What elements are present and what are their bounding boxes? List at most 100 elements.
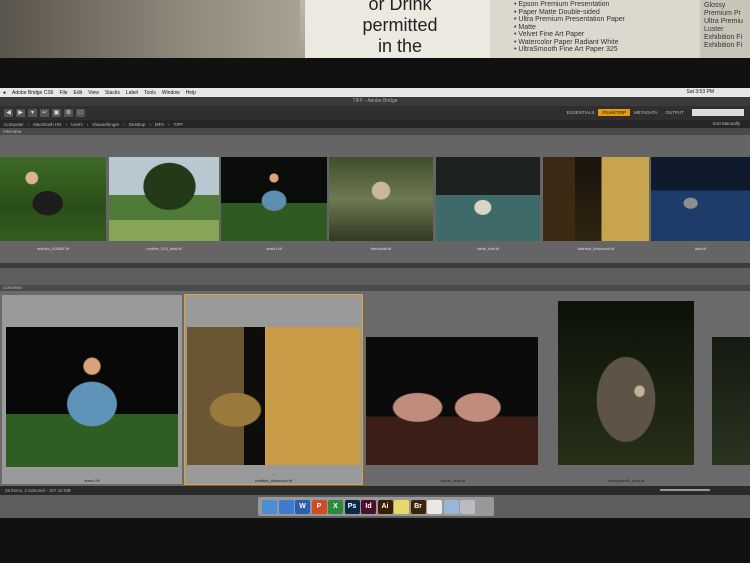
notes-icon[interactable] [394, 499, 409, 514]
workspace-output[interactable]: OUTPUT [662, 109, 689, 116]
sort-menu[interactable]: Sort Manually [712, 121, 740, 126]
menu-window[interactable]: Window [162, 90, 180, 96]
paper-type: Luster [704, 26, 724, 33]
screen: ● Adobe Bridge CS6 File Edit View Stacks… [0, 88, 750, 518]
paper-type: Exhibition Fi [704, 34, 743, 41]
preview-thumb[interactable]: thehands.tif [329, 157, 433, 251]
breadcrumb: Computer › Macintosh HD › Users › shause… [0, 120, 750, 128]
document-icon[interactable] [427, 499, 442, 514]
illustrator-icon[interactable]: Ai [377, 499, 393, 514]
crumb-desktop[interactable]: Desktop [129, 122, 146, 127]
content-caption: cherryhand2_crop.tif [607, 478, 645, 483]
apple-icon[interactable]: ● [3, 90, 6, 96]
crumb-chevron-icon: › [86, 121, 89, 127]
recent-icon[interactable]: ▾ [28, 109, 37, 117]
preview-image [329, 157, 433, 241]
preview-caption: arms1.tif [266, 246, 282, 251]
panel-divider[interactable] [0, 263, 750, 268]
camera-icon[interactable]: ▣ [52, 109, 61, 117]
workspace-metadata[interactable]: METADATA [630, 109, 662, 116]
paper-type: Ultra Premiu [704, 18, 743, 25]
boomerang-icon[interactable]: ↩ [40, 109, 49, 117]
menubar-clock[interactable]: Sat 3:53 PM [686, 89, 714, 95]
preview-icon[interactable] [443, 499, 459, 514]
crumb-macintosh-hd[interactable]: Macintosh HD [33, 122, 61, 127]
preview-thumb[interactable]: arms1.tif [221, 157, 327, 251]
forward-icon[interactable]: ▶ [16, 109, 25, 117]
indesign-icon[interactable]: Id [361, 499, 376, 514]
workspace-essentials[interactable]: ESSENTIALS [563, 109, 599, 116]
crumb-chevron-icon: › [123, 121, 125, 127]
preview-image [651, 157, 750, 241]
back-icon[interactable]: ◀ [4, 109, 13, 117]
content-rating[interactable]: - - [185, 471, 362, 476]
bridge-icon[interactable]: Br [410, 499, 426, 514]
preview-caption: thehands.tif [370, 246, 392, 251]
preview-caption: lake.tif [694, 246, 707, 251]
preview-thumb[interactable]: mother_014887.tif [0, 157, 106, 251]
content-card[interactable]: - - bathtub_flowwood.tif [184, 294, 363, 485]
search-input[interactable] [692, 109, 744, 116]
menu-app[interactable]: Adobe Bridge CS6 [12, 90, 53, 96]
excel-icon[interactable]: X [328, 499, 343, 514]
content-card[interactable] [712, 295, 750, 484]
content-image [558, 301, 694, 465]
preview-image [0, 157, 106, 241]
window-title: TIFF - Adobe Bridge [0, 97, 750, 106]
crumb-chevron-icon: › [168, 121, 170, 127]
status-bar: 28 items, 2 selected - 307.18 MB [0, 486, 750, 495]
crumb-user[interactable]: shausehinger [92, 122, 119, 127]
content-image [187, 327, 360, 465]
trash-icon[interactable] [460, 499, 475, 514]
paper-type: Exhibition Fi [704, 42, 743, 49]
safari-icon[interactable] [278, 499, 294, 514]
content-panel: arms1.tif - - bathtub_flowwood.tif boots… [0, 291, 750, 486]
powerpoint-icon[interactable]: P [311, 499, 327, 514]
preview-thumb[interactable]: table_edit.tif [436, 157, 540, 251]
background-wall: or Drink permitted in the Epson Premium … [0, 0, 750, 62]
word-icon[interactable]: W [295, 499, 310, 514]
thumbnail-size-slider[interactable] [660, 489, 710, 491]
refine-icon[interactable]: ⚙ [64, 109, 73, 117]
menu-file[interactable]: File [59, 90, 67, 96]
menu-view[interactable]: View [88, 90, 99, 96]
photoshop-icon[interactable]: Ps [344, 499, 360, 514]
preview-image [221, 157, 327, 241]
crumb-users[interactable]: Users [71, 122, 83, 127]
crumb-computer[interactable]: Computer [4, 122, 24, 127]
content-card[interactable]: boots_crop.tif [366, 295, 540, 484]
menu-label[interactable]: Label [126, 90, 138, 96]
crumb-chevron-icon: › [27, 121, 30, 127]
preview-caption: bathtub_flowwood.tif [577, 246, 615, 251]
toolbar: ◀ ▶ ▾ ↩ ▣ ⚙ □ ESSENTIALS FILMSTRIP METAD… [0, 106, 750, 120]
wall-sign: or Drink permitted in the [305, 0, 495, 62]
paper-type: Premium Pr [704, 10, 741, 17]
sign-line: permitted [362, 15, 438, 35]
crumb-chevron-icon: › [149, 121, 151, 127]
menu-edit[interactable]: Edit [74, 90, 83, 96]
finder-icon[interactable] [262, 499, 277, 514]
open-photoshop-icon[interactable]: □ [76, 109, 85, 117]
dock: W P X Ps Id Ai Br [258, 497, 494, 516]
menu-help[interactable]: Help [186, 90, 196, 96]
preview-panel: mother_014887.tif mother_013_final.tif a… [0, 135, 750, 263]
preview-image [543, 157, 649, 241]
content-caption: bathtub_flowwood.tif [255, 478, 292, 483]
content-card[interactable]: cherryhand2_crop.tif [558, 295, 694, 484]
preview-image [109, 157, 219, 241]
preview-thumb[interactable]: bathtub_flowwood.tif [543, 157, 649, 251]
content-card[interactable]: arms1.tif [2, 295, 182, 484]
workspace-filmstrip[interactable]: FILMSTRIP [598, 109, 630, 116]
content-image [6, 327, 178, 467]
menu-tools[interactable]: Tools [144, 90, 156, 96]
sign-line: or Drink [368, 0, 432, 14]
content-caption: boots_crop.tif [440, 478, 465, 483]
preview-panel-tab[interactable]: PREVIEW [0, 128, 750, 135]
menu-stacks[interactable]: Stacks [105, 90, 120, 96]
crumb-tiff[interactable]: TIFF [174, 122, 184, 127]
preview-thumb[interactable]: lake.tif [651, 157, 750, 251]
content-caption: arms1.tif [84, 478, 100, 483]
content-image [712, 337, 750, 465]
preview-thumb[interactable]: mother_013_final.tif [109, 157, 219, 251]
crumb-mfa[interactable]: MFA [155, 122, 164, 127]
